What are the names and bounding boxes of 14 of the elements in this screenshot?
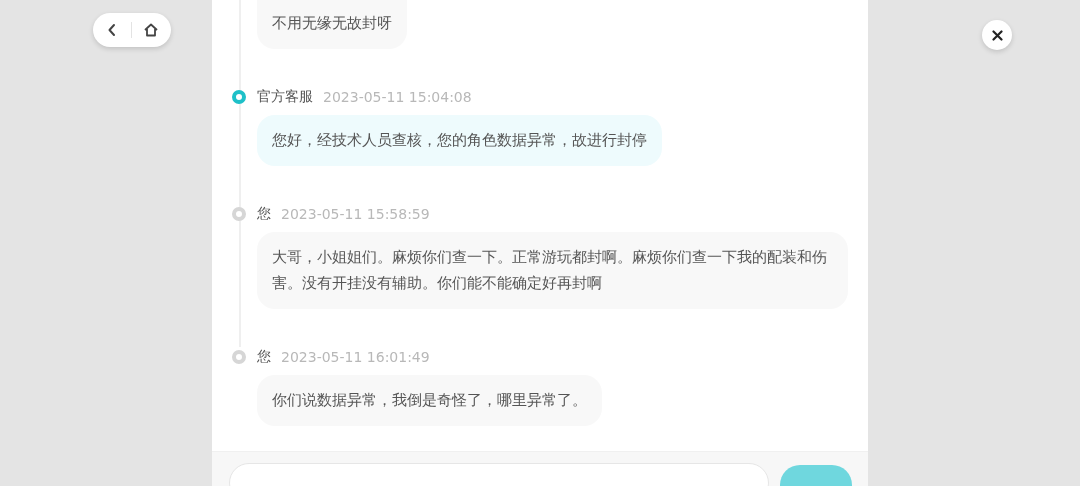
sender-name: 您	[257, 204, 271, 223]
message-time: 2023-05-11 15:04:08	[323, 88, 472, 105]
back-icon	[107, 23, 117, 37]
message-bubble: 大哥，小姐姐们。麻烦你们查一下。正常游玩都封啊。麻烦你们查一下我的配装和伤害。没有开挂没有辅助。你们能不能确定好再封啊	[257, 231, 848, 309]
message-time: 2023-05-11 16:01:49	[281, 348, 430, 365]
close-icon	[991, 29, 1003, 41]
home-icon	[143, 23, 159, 37]
sender-name: 您	[257, 347, 271, 366]
message-bubble: 您好，经技术人员查核，您的角色数据异常，故进行封停	[257, 114, 662, 166]
message-bubble: 你们说数据异常，我倒是奇怪了，哪里异常了。	[257, 374, 602, 426]
close-button[interactable]	[982, 20, 1012, 50]
message-bubble: 不用无缘无故封呀	[257, 0, 407, 49]
sender-name: 官方客服	[257, 87, 313, 106]
message-time: 2023-05-11 15:58:59	[281, 205, 430, 222]
